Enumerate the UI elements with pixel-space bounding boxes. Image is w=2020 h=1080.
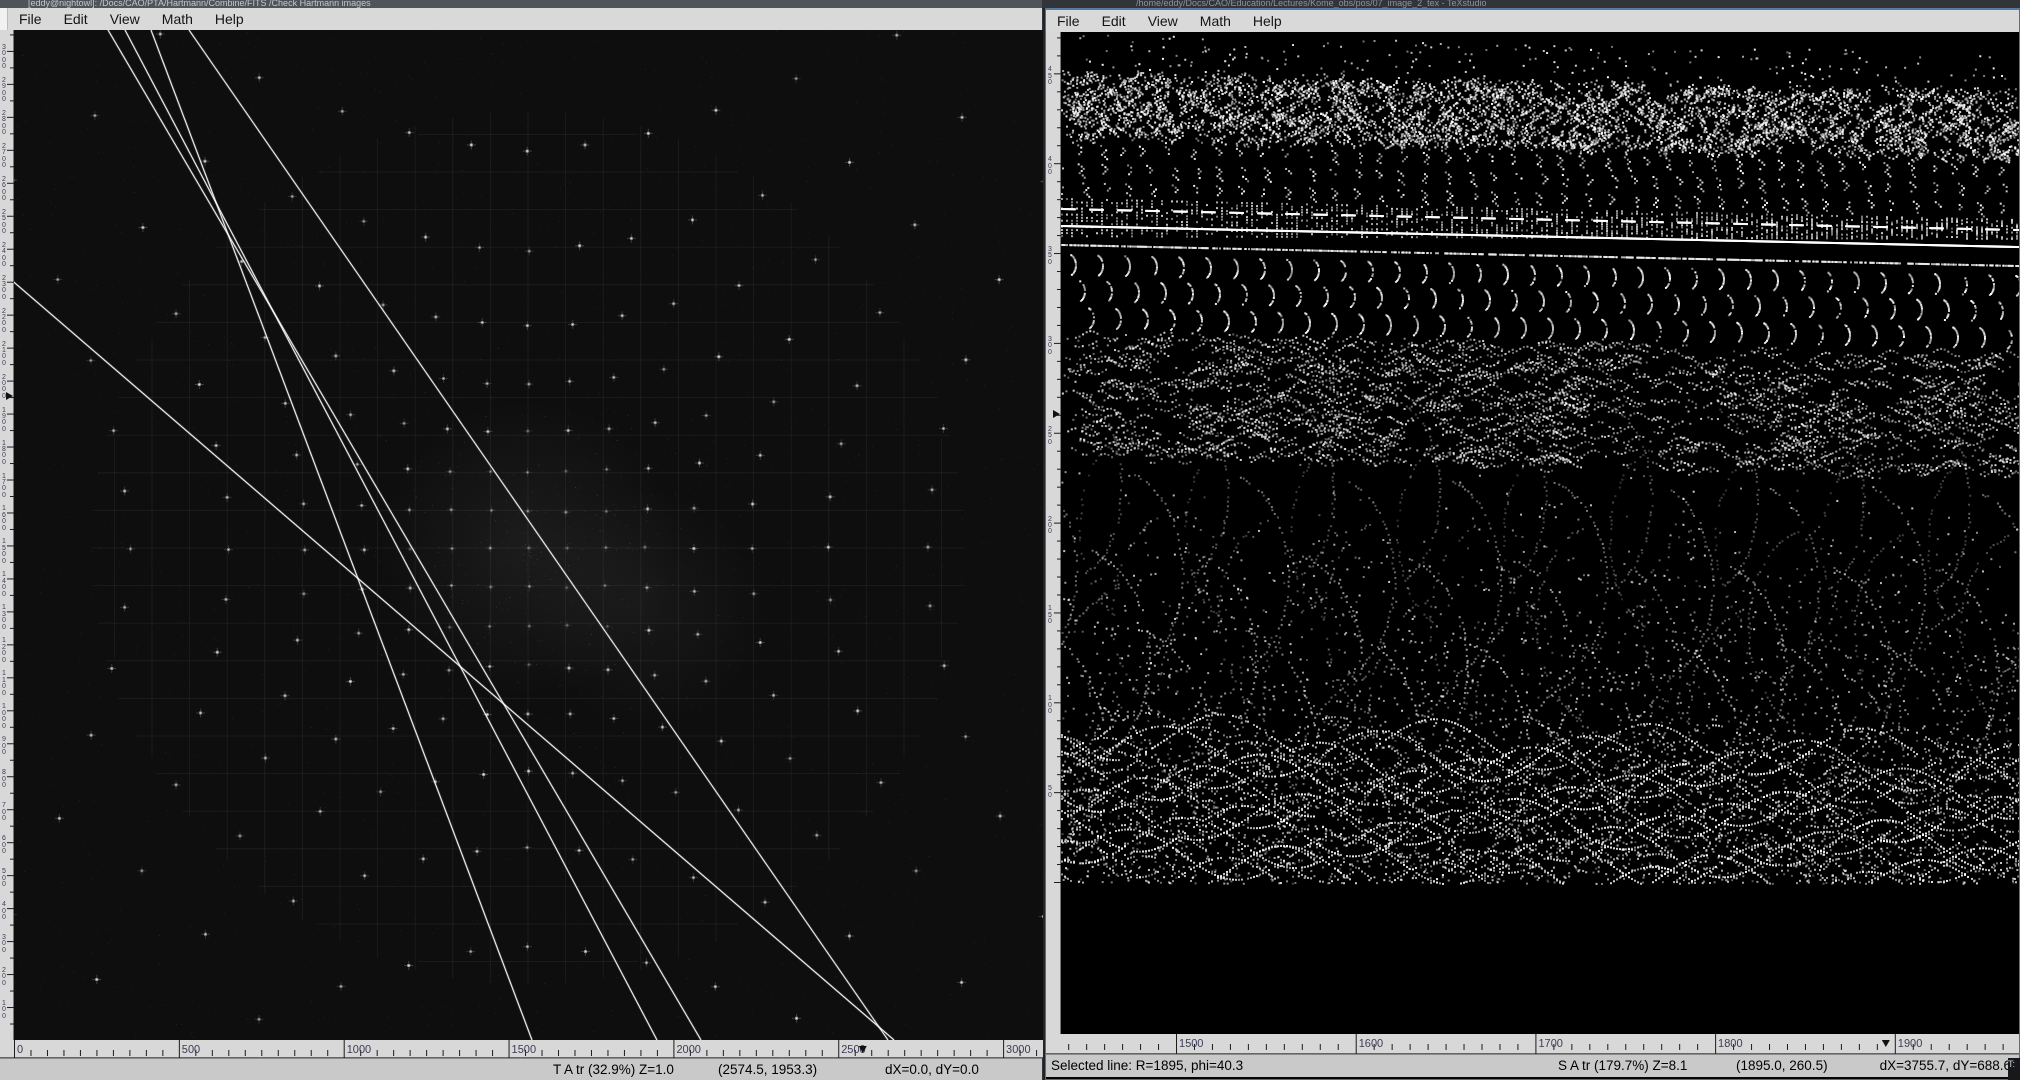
delta-readout: dX=0.0, dY=0.0 xyxy=(885,1062,979,1077)
cursor-coordinates: (2574.5, 1953.3) xyxy=(718,1062,817,1077)
left-window-title: [eddy@nightowl]: /Docs/CAO/PTA/Hartmann/… xyxy=(28,0,371,8)
desktop: /home/eddy/Docs/CAO/Education/Lectures/K… xyxy=(0,0,2020,1080)
cursor-coordinates: (1895.0, 260.5) xyxy=(1736,1058,1828,1073)
menu-item-view[interactable]: View xyxy=(1137,13,1189,29)
left-vertical-ruler[interactable] xyxy=(0,30,14,1040)
fragment-text: T: xyxy=(2008,1059,2015,1069)
selected-line-readout: Selected line: R=1895, phi=40.3 xyxy=(1051,1058,1243,1073)
background-window-fragment: T: xyxy=(2008,1058,2020,1080)
right-menubar: FileEditViewMathHelp xyxy=(1046,10,2019,33)
menu-item-math[interactable]: Math xyxy=(151,11,204,27)
menu-item-help[interactable]: Help xyxy=(1242,13,1293,29)
left-menubar: FileEditViewMathHelp xyxy=(0,8,1042,31)
menu-item-edit[interactable]: Edit xyxy=(53,11,99,27)
zoom-mode-indicator: T A tr (32.9%) Z=1.0 xyxy=(553,1062,674,1077)
left-horizontal-ruler[interactable] xyxy=(0,1040,1043,1058)
menu-item-view[interactable]: View xyxy=(99,11,151,27)
background-window-title: /home/eddy/Docs/CAO/Education/Lectures/K… xyxy=(1136,0,1487,8)
menu-item-math[interactable]: Math xyxy=(1189,13,1242,29)
right-vertical-ruler[interactable] xyxy=(1046,32,1061,1034)
right-horizontal-ruler[interactable] xyxy=(1046,1034,2019,1054)
left-statusbar: T A tr (32.9%) Z=1.0 (2574.5, 1953.3) dX… xyxy=(0,1058,1042,1080)
zoom-mode-indicator: S A tr (179.7%) Z=8.1 xyxy=(1558,1058,1687,1073)
menu-item-file[interactable]: File xyxy=(1046,13,1091,29)
delta-readout: dX=3755.7, dY=688.6 xyxy=(1880,1058,2011,1073)
background-window-titlebar: /home/eddy/Docs/CAO/Education/Lectures/K… xyxy=(1041,0,2020,8)
right-statusbar: Selected line: R=1895, phi=40.3 S A tr (… xyxy=(1046,1054,2019,1077)
left-image-window: [eddy@nightowl]: /Docs/CAO/PTA/Hartmann/… xyxy=(0,0,1043,1080)
left-window-titlebar[interactable]: [eddy@nightowl]: /Docs/CAO/PTA/Hartmann/… xyxy=(0,0,1042,8)
left-image-canvas[interactable] xyxy=(14,30,1043,1040)
right-image-canvas[interactable] xyxy=(1061,32,2019,1034)
menu-item-edit[interactable]: Edit xyxy=(1091,13,1137,29)
menu-item-help[interactable]: Help xyxy=(204,11,255,27)
window-edge-decoration xyxy=(0,8,8,30)
right-image-window: FileEditViewMathHelp Selected line: R=18… xyxy=(1045,8,2020,1080)
menu-item-file[interactable]: File xyxy=(8,11,53,27)
